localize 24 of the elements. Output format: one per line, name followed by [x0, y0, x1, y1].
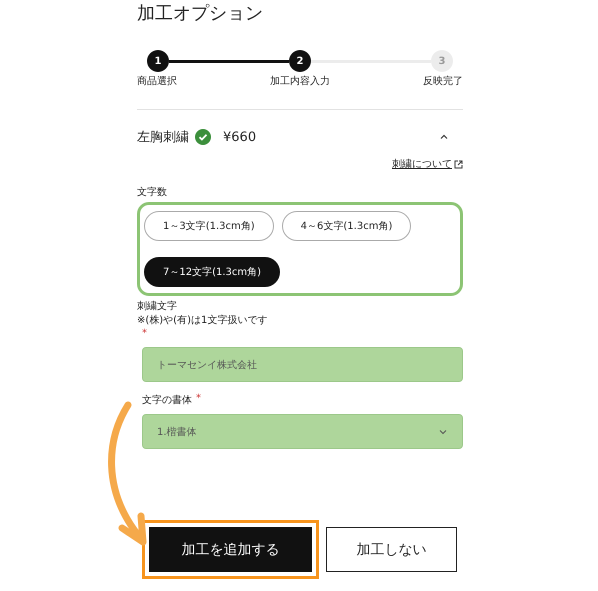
- option-button[interactable]: 1～3文字(1.3cm角): [144, 211, 274, 241]
- step-label: 商品選択: [137, 74, 177, 88]
- required-mark: *: [196, 393, 201, 406]
- embroidery-info-link[interactable]: 刺繍について: [392, 157, 452, 171]
- step-label: 反映完了: [423, 74, 463, 88]
- price: ¥660: [223, 130, 256, 144]
- field-label: 文字の書体: [142, 394, 192, 407]
- font-dropdown[interactable]: 1.楷書体: [142, 414, 463, 449]
- add-button[interactable]: 加工を追加する: [149, 527, 312, 572]
- required-mark: *: [142, 328, 147, 339]
- field-label: 刺繍文字: [137, 300, 178, 314]
- step-label: 加工内容入力: [270, 74, 330, 88]
- section-title: 左胸刺繍: [137, 129, 189, 146]
- page-title: 加工オプション: [137, 2, 264, 26]
- option-button[interactable]: 7～12文字(1.3cm角): [144, 257, 280, 287]
- input-field[interactable]: トーマセンイ株式会社: [142, 347, 463, 382]
- step-marker: 3: [431, 50, 453, 72]
- external-link-icon: [454, 160, 463, 168]
- field-label: 文字数: [137, 186, 168, 199]
- field-note: ※(株)や(有)は1文字扱いです: [137, 314, 268, 328]
- step-marker: 2: [289, 50, 311, 72]
- step-marker: 1: [147, 50, 169, 72]
- option-button[interactable]: 4～6文字(1.3cm角): [282, 211, 412, 241]
- skip-button[interactable]: 加工しない: [326, 527, 457, 572]
